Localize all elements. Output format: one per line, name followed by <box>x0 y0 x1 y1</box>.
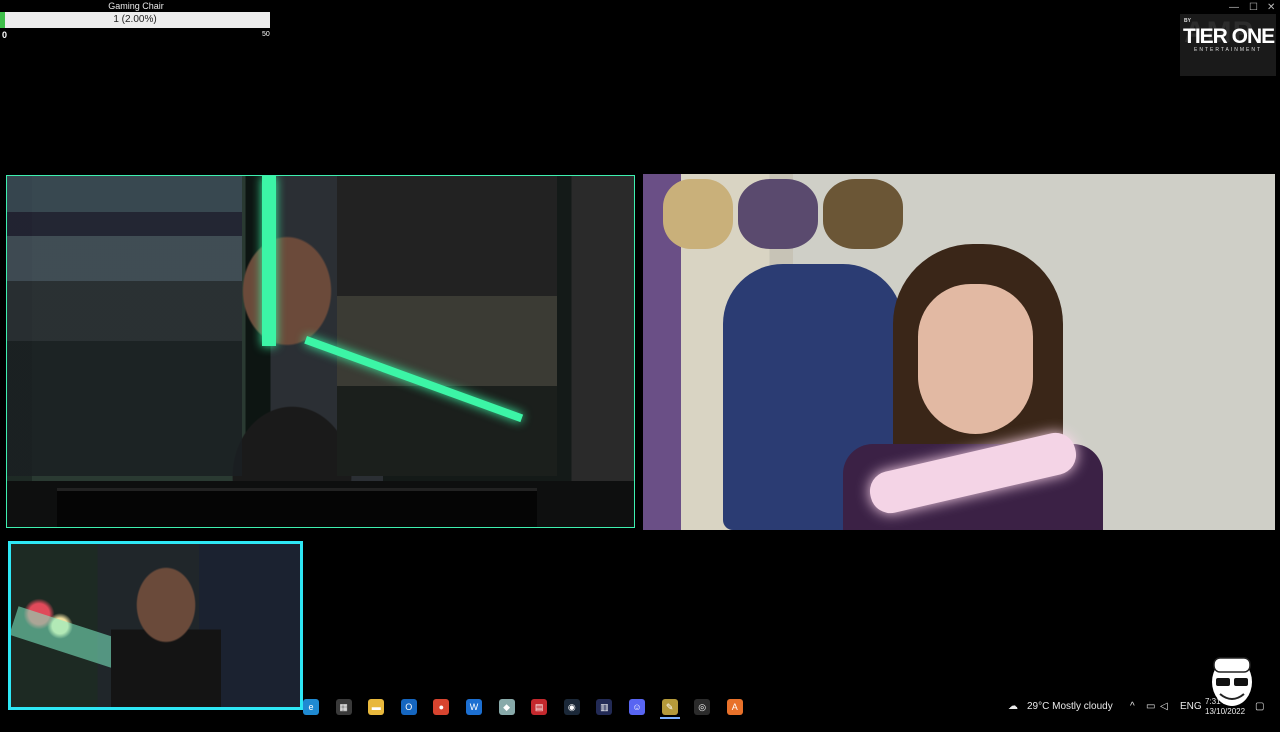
volume-icon[interactable]: ◁ <box>1160 696 1168 720</box>
obs-active-icon[interactable]: ✎ <box>661 699 678 715</box>
logo-sub: ENTERTAINMENT <box>1194 47 1263 53</box>
news-icon[interactable]: ▤ <box>531 699 548 715</box>
logo-by: BY <box>1184 18 1191 24</box>
background-shelf <box>7 176 242 476</box>
background-window <box>337 176 557 476</box>
minimize-button[interactable]: — <box>1229 2 1239 13</box>
edge-icon[interactable]: e <box>303 699 319 715</box>
small-camera-feed <box>8 541 303 710</box>
dried-flowers <box>663 179 733 249</box>
goal-max: 50 <box>262 31 270 38</box>
person <box>111 564 221 707</box>
active-indicator <box>659 717 680 719</box>
voicemeeter-icon[interactable]: ▥ <box>596 699 613 715</box>
weather-icon[interactable]: ☁ <box>1008 696 1018 720</box>
mascot-logo <box>1212 657 1252 706</box>
adobe-icon[interactable]: A <box>726 699 743 715</box>
goal-progress-bar: 1 (2.00%) <box>0 12 270 28</box>
person-face <box>918 284 1033 434</box>
app-icon[interactable]: ◆ <box>498 699 515 715</box>
guest-camera-feed <box>643 174 1275 530</box>
close-button[interactable]: ✕ <box>1267 2 1275 13</box>
logo-main: TIER ONE <box>1183 25 1275 48</box>
steam-icon[interactable]: ◉ <box>563 699 580 715</box>
outlook-icon[interactable]: O <box>400 699 417 715</box>
obs-icon[interactable]: ◎ <box>694 699 711 715</box>
dried-flowers <box>738 179 818 249</box>
taskbar: ☁ 29°C Mostly cloudy ^ ▭ ◁ ENG 7:31 PM 1… <box>303 696 1280 720</box>
file-explorer-icon[interactable]: ▬ <box>368 699 385 715</box>
language-indicator[interactable]: ENG <box>1180 696 1202 720</box>
tray-chevron-icon[interactable]: ^ <box>1130 696 1135 720</box>
network-icon[interactable]: ▭ <box>1146 696 1155 720</box>
dried-flowers <box>823 179 903 249</box>
tier-one-logo: AMP BY TIER ONE ENTERTAINMENT <box>1180 14 1276 76</box>
led-strip <box>262 176 276 346</box>
goal-title: Gaming Chair <box>108 1 164 11</box>
goal-min: 0 <box>2 30 8 40</box>
chrome-icon[interactable]: ● <box>433 699 450 715</box>
goal-value: 1 (2.00%) <box>113 14 157 25</box>
word-icon[interactable]: W <box>466 699 482 715</box>
discord-icon[interactable]: ☺ <box>629 699 645 715</box>
store-icon[interactable]: ▦ <box>335 699 352 715</box>
monitor <box>57 488 537 527</box>
maximize-button[interactable]: ☐ <box>1249 2 1258 13</box>
weather-text[interactable]: 29°C Mostly cloudy <box>1027 696 1113 720</box>
host-camera-feed <box>6 175 635 528</box>
clock-date[interactable]: 13/10/2022 <box>1205 708 1245 732</box>
